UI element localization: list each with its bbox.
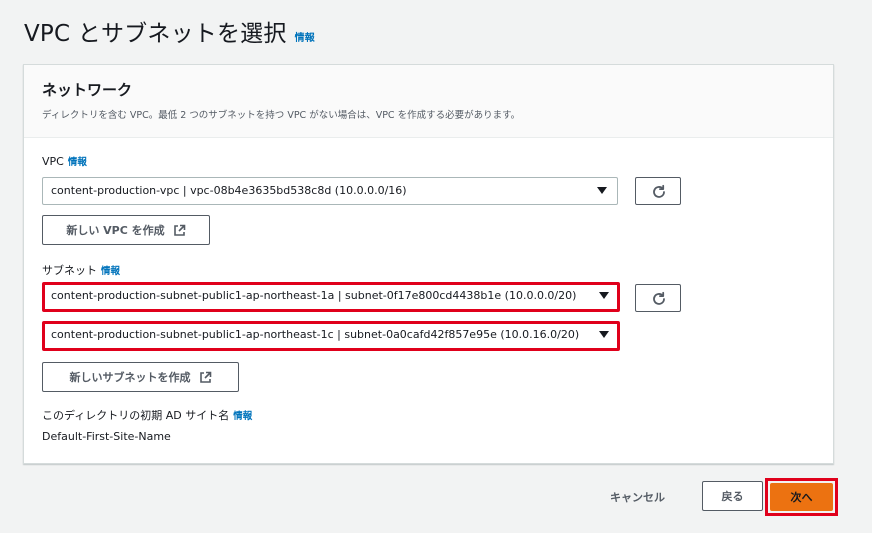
- vpc-label-text: VPC: [42, 155, 64, 168]
- subnet-refresh-button[interactable]: [635, 284, 681, 312]
- vpc-select[interactable]: content-production-vpc | vpc-08b4e3635bd…: [42, 177, 618, 205]
- subnet-label: サブネット 情報: [42, 262, 120, 278]
- page-title: VPC とサブネットを選択 情報: [24, 14, 315, 48]
- subnet-select-2[interactable]: content-production-subnet-public1-ap-nor…: [42, 321, 620, 351]
- ad-site-label: このディレクトリの初期 AD サイト名 情報: [42, 407, 252, 423]
- vpc-refresh-button[interactable]: [635, 177, 681, 205]
- next-button-highlight: 次へ: [765, 478, 838, 516]
- panel-title: ネットワーク: [42, 81, 133, 99]
- page-title-text: VPC とサブネットを選択: [24, 21, 287, 47]
- create-vpc-button[interactable]: 新しい VPC を作成: [42, 215, 210, 245]
- ad-site-value: Default-First-Site-Name: [42, 430, 171, 443]
- external-link-icon: [173, 224, 185, 236]
- vpc-label: VPC 情報: [42, 154, 87, 168]
- caret-down-icon: [599, 331, 609, 338]
- caret-down-icon: [599, 292, 609, 299]
- subnet-info-link[interactable]: 情報: [101, 266, 120, 277]
- subnet-label-text: サブネット: [42, 264, 97, 277]
- network-panel: ネットワーク ディレクトリを含む VPC。最低 2 つのサブネットを持つ VPC…: [23, 64, 834, 464]
- refresh-icon: [653, 291, 665, 305]
- refresh-icon: [653, 184, 665, 198]
- create-subnet-label: 新しいサブネットを作成: [69, 371, 191, 384]
- next-button[interactable]: 次へ: [770, 483, 833, 511]
- back-button[interactable]: 戻る: [702, 481, 763, 511]
- subnet-select-1[interactable]: content-production-subnet-public1-ap-nor…: [42, 282, 620, 312]
- page-info-link[interactable]: 情報: [295, 33, 315, 44]
- create-subnet-button[interactable]: 新しいサブネットを作成: [42, 362, 239, 392]
- ad-site-info-link[interactable]: 情報: [233, 411, 252, 422]
- ad-site-label-text: このディレクトリの初期 AD サイト名: [42, 409, 230, 422]
- caret-down-icon: [597, 187, 607, 194]
- panel-description: ディレクトリを含む VPC。最低 2 つのサブネットを持つ VPC がない場合は…: [42, 110, 521, 121]
- vpc-info-link[interactable]: 情報: [68, 157, 87, 168]
- external-link-icon: [199, 371, 211, 383]
- vpc-select-value: content-production-vpc | vpc-08b4e3635bd…: [51, 184, 407, 197]
- subnet-select-2-value: content-production-subnet-public1-ap-nor…: [51, 328, 580, 341]
- cancel-button[interactable]: キャンセル: [610, 489, 665, 505]
- subnet-select-1-value: content-production-subnet-public1-ap-nor…: [51, 289, 577, 302]
- create-vpc-label: 新しい VPC を作成: [66, 224, 165, 237]
- panel-header: ネットワーク ディレクトリを含む VPC。最低 2 つのサブネットを持つ VPC…: [24, 65, 833, 138]
